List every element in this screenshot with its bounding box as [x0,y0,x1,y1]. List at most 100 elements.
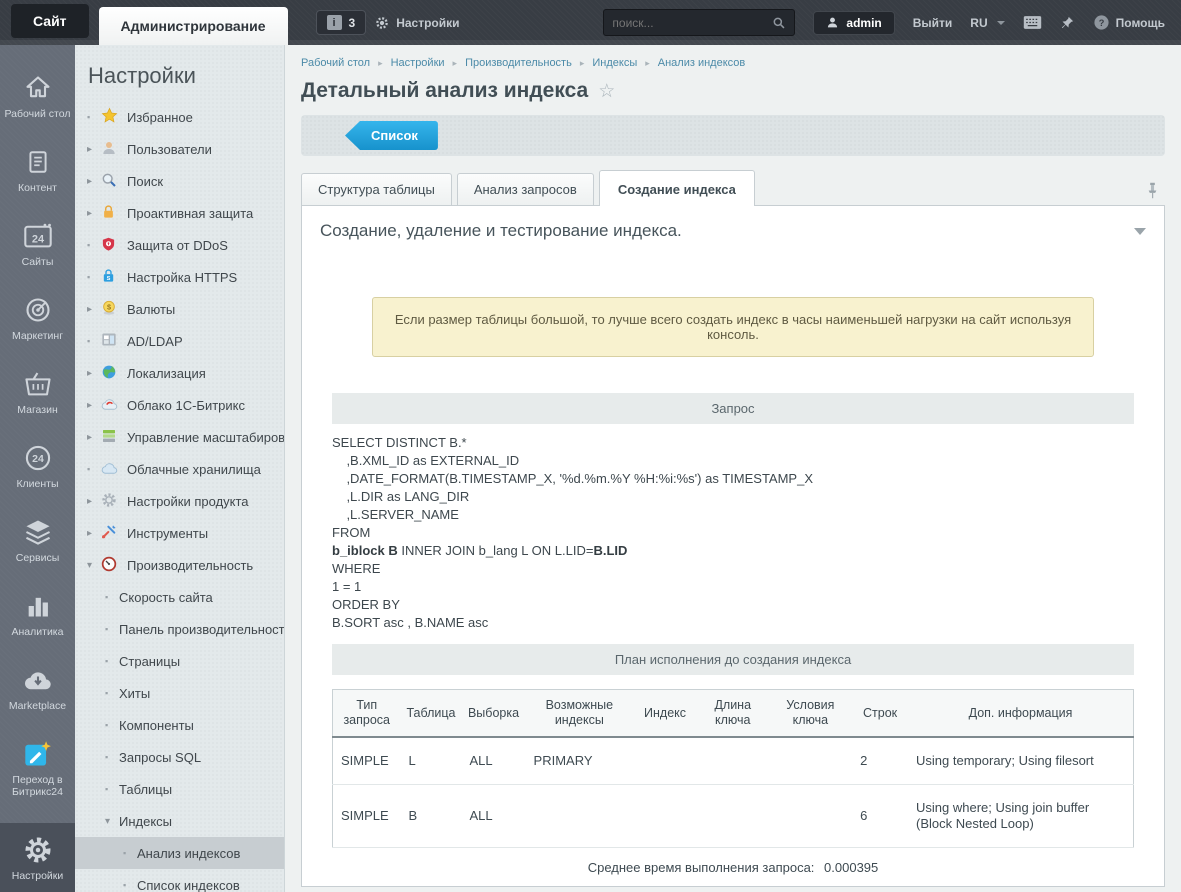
hotkeys-keyboard-icon[interactable] [1023,15,1042,30]
table-header-cell: Возможные индексы [526,690,634,738]
breadcrumb-link[interactable]: Производительность [465,57,572,69]
sql-query: SELECT DISTINCT B.* ,B.XML_ID as EXTERNA… [332,424,1134,644]
star-icon [101,107,118,124]
menu-item[interactable]: ▸Локализация [75,357,284,389]
sidebar-item-label: Рабочий стол [5,108,71,120]
sidebar-item-clients24[interactable]: 24Клиенты [0,433,75,500]
menu-item-label: Запросы SQL [119,750,201,765]
svg-text:S: S [107,275,111,281]
notifications-button[interactable]: i 3 [316,10,367,35]
sidebar-item-label: Настройки [12,870,64,882]
query-header: Запрос [332,393,1134,424]
tab-administration[interactable]: Администрирование [99,7,288,45]
table-cell [697,785,769,848]
table-cell: Using where; Using join buffer (Block Ne… [908,785,1133,848]
sidebar-item-label: Контент [18,182,57,194]
table-header-cell: Индекс [633,690,697,738]
table-cell: PRIMARY [526,737,634,785]
menu-item[interactable]: ▪Анализ индексов [75,837,284,869]
sidebar-item-chart[interactable]: Аналитика [0,581,75,648]
search-icon[interactable] [772,16,786,30]
sidebar-item-doc[interactable]: Контент [0,137,75,204]
menu-item[interactable]: ▪Компоненты [75,709,284,741]
user-menu-button[interactable]: admin [813,11,894,35]
menu-item-label: Настройка HTTPS [127,270,237,285]
svg-text:$: $ [107,302,111,311]
breadcrumb-separator-icon: ▸ [453,58,458,69]
menu-item[interactable]: ▸Проактивная защита [75,197,284,229]
sidebar-item-sites24[interactable]: 24Сайты [0,211,75,278]
menu-item[interactable]: ▸ Настройки продукта [75,485,284,517]
sidebar-item-basket[interactable]: Магазин [0,359,75,426]
tab-inactive[interactable]: Анализ запросов [457,173,594,205]
menu-item[interactable]: ▸Пользователи [75,133,284,165]
tab-inactive[interactable]: Структура таблицы [301,173,452,205]
chevron-right-icon: ▸ [87,528,101,539]
globe-icon [101,364,117,380]
menu-item[interactable]: ▪Запросы SQL [75,741,284,773]
sidebar-item-cloud-download[interactable]: Marketplace [0,655,75,722]
chevron-right-icon: ▸ [87,176,101,187]
language-label: RU [970,16,987,30]
warning-note: Если размер таблицы большой, то лучше вс… [372,297,1094,357]
sidebar-item-gear[interactable]: Настройки [0,823,75,892]
menu-item[interactable]: ▪Таблицы [75,773,284,805]
basket-icon [23,369,53,399]
menu-item[interactable]: ▾Индексы [75,805,284,837]
section-title: Создание, удаление и тестирование индекс… [320,221,682,241]
sidebar-item-home[interactable]: Рабочий стол [0,63,75,130]
help-button[interactable]: ? Помощь [1093,14,1165,31]
menu-item-label: Инструменты [127,526,208,541]
pin-tabs-icon[interactable] [1146,182,1165,205]
search-input[interactable] [612,16,772,30]
menu-item[interactable]: ▪Защита от DDoS [75,229,284,261]
tab-site[interactable]: Сайт [11,4,89,38]
sites24-icon: 24 [23,221,53,251]
menu-item[interactable]: ▪AD/LDAP [75,325,284,357]
chevron-right-icon: ▸ [87,432,101,443]
clients24-icon: 24 [24,443,52,473]
sidebar-item-label: Marketplace [9,700,66,712]
menu-item[interactable]: ▪Облачные хранилища [75,453,284,485]
menu-item[interactable]: ▪Список индексов [75,869,284,892]
table-cell [769,737,853,785]
breadcrumb-link[interactable]: Настройки [391,57,445,69]
chevron-right-icon: ▸ [87,496,101,507]
menu-item[interactable]: ▾Производительность [75,549,284,581]
breadcrumb-link[interactable]: Индексы [592,57,637,69]
bullet-icon: ▪ [87,464,101,474]
collapse-section-icon[interactable] [1134,228,1146,235]
menu-item[interactable]: ▪Хиты [75,677,284,709]
pin-icon[interactable] [1060,15,1075,30]
target-icon [24,295,52,325]
menu-item[interactable]: ▸ Инструменты [75,517,284,549]
menu-item-label: Облако 1С-Битрикс [127,398,245,413]
bullet-icon: ▪ [123,848,137,858]
menu-item[interactable]: ▪Избранное [75,101,284,133]
sidebar-item-layers[interactable]: Сервисы [0,507,75,574]
menu-item[interactable]: ▸ Управление масштабирован [75,421,284,453]
topbar-settings-button[interactable]: Настройки [374,15,459,31]
menu-item[interactable]: ▪Скорость сайта [75,581,284,613]
menu-item-label: Избранное [127,110,193,125]
menu-item[interactable]: ▸$Валюты [75,293,284,325]
breadcrumb-link[interactable]: Анализ индексов [658,57,745,69]
menu-item-label: Управление масштабирован [127,430,284,445]
tab-active[interactable]: Создание индекса [599,170,755,206]
language-selector[interactable]: RU [970,16,1004,30]
favorite-star-icon[interactable]: ☆ [598,80,615,103]
logout-link[interactable]: Выйти [913,16,953,30]
list-button[interactable]: Список [345,121,438,150]
menu-item[interactable]: ▪Страницы [75,645,284,677]
gear-icon [23,835,53,865]
menu-item-label: Настройки продукта [127,494,249,509]
gear-icon [374,15,390,31]
menu-item[interactable]: ▪SНастройка HTTPS [75,261,284,293]
breadcrumb-link[interactable]: Рабочий стол [301,57,370,69]
shield-red-icon [101,236,116,252]
sidebar-item-target[interactable]: Маркетинг [0,285,75,352]
sidebar-item-bitrix24[interactable]: Переход в Битрикс24 [0,729,75,808]
menu-item[interactable]: ▸Поиск [75,165,284,197]
menu-item[interactable]: ▸Облако 1С-Битрикс [75,389,284,421]
menu-item[interactable]: ▪Панель производительности [75,613,284,645]
